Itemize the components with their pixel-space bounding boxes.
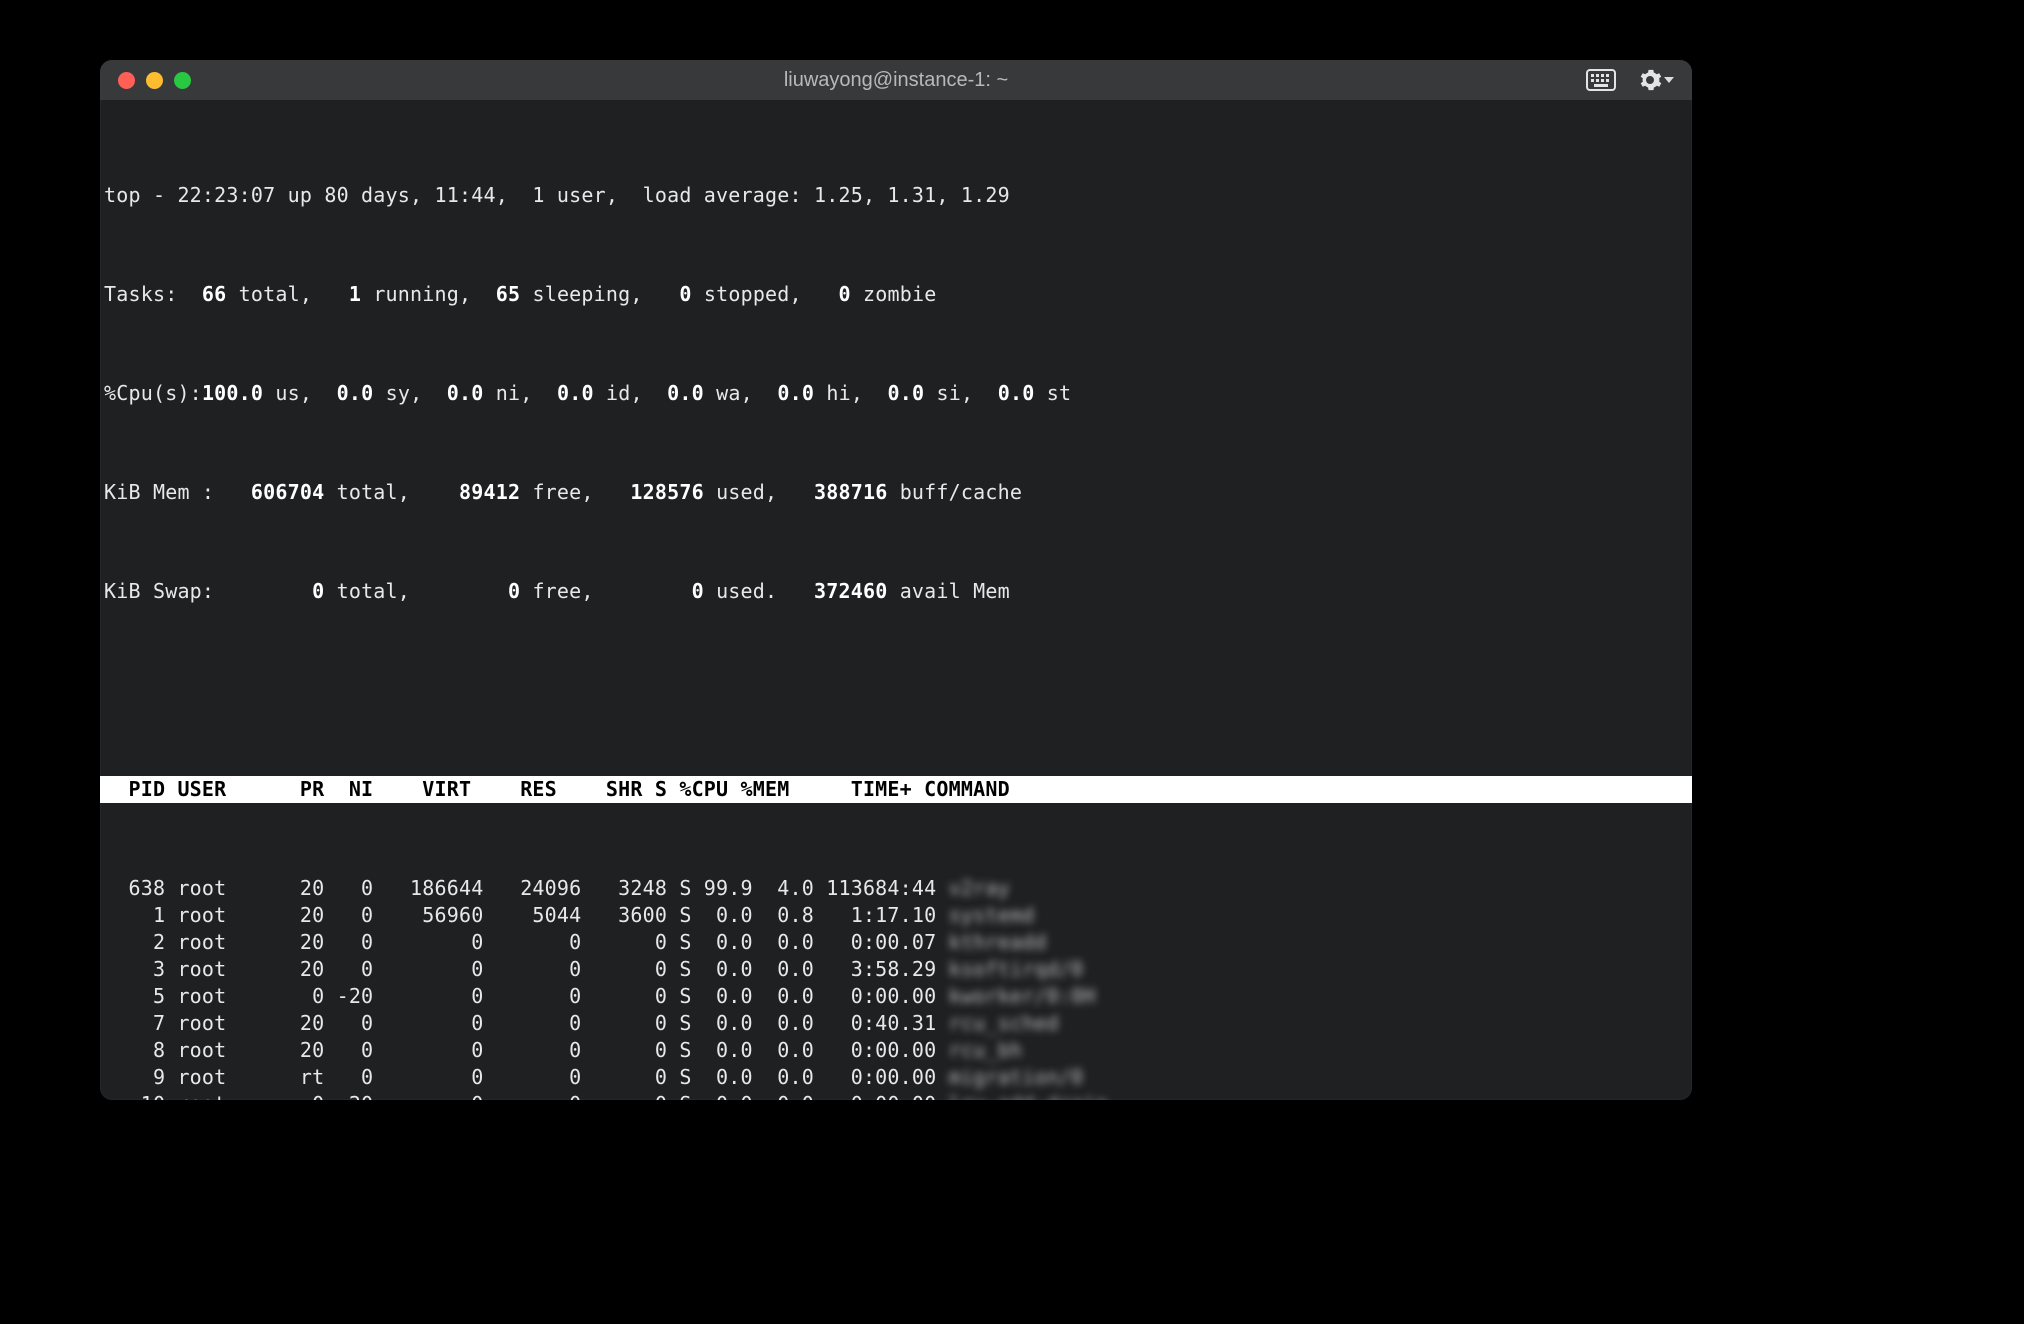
chevron-down-icon <box>1664 77 1674 83</box>
process-row: 2 root 20 0 0 0 0 S 0.0 0.0 0:00.07 kthr… <box>100 929 1692 956</box>
process-columns-header: PID USER PR NI VIRT RES SHR S %CPU %MEM … <box>100 776 1692 803</box>
process-command: lru-add-drain <box>949 1091 1108 1100</box>
zoom-icon[interactable] <box>174 72 191 89</box>
window-title: liuwayong@instance-1: ~ <box>100 69 1692 92</box>
top-summary-mem: KiB Mem : 606704 total, 89412 free, 1285… <box>100 479 1692 506</box>
gear-icon <box>1638 68 1662 92</box>
process-row-cells: 3 root 20 0 0 0 0 S 0.0 0.0 3:58.29 <box>104 957 949 981</box>
process-command: kworker/0:0H <box>949 983 1096 1010</box>
blank-line <box>100 677 1692 704</box>
top-summary-swap: KiB Swap: 0 total, 0 free, 0 used. 37246… <box>100 578 1692 605</box>
top-summary-cpu: %Cpu(s):100.0 us, 0.0 sy, 0.0 ni, 0.0 id… <box>100 380 1692 407</box>
process-row-cells: 9 root rt 0 0 0 0 S 0.0 0.0 0:00.00 <box>104 1065 949 1089</box>
process-row: 3 root 20 0 0 0 0 S 0.0 0.0 3:58.29 ksof… <box>100 956 1692 983</box>
process-row: 10 root 0 -20 0 0 0 S 0.0 0.0 0:00.00 lr… <box>100 1091 1692 1100</box>
top-summary-uptime: top - 22:23:07 up 80 days, 11:44, 1 user… <box>100 182 1692 209</box>
process-row: 1 root 20 0 56960 5044 3600 S 0.0 0.8 1:… <box>100 902 1692 929</box>
minimize-icon[interactable] <box>146 72 163 89</box>
process-row-cells: 638 root 20 0 186644 24096 3248 S 99.9 4… <box>104 876 949 900</box>
terminal-window: liuwayong@instance-1: ~ <box>100 60 1692 1100</box>
process-command: ksoftirqd/0 <box>949 956 1084 983</box>
process-row: 5 root 0 -20 0 0 0 S 0.0 0.0 0:00.00 kwo… <box>100 983 1692 1010</box>
titlebar: liuwayong@instance-1: ~ <box>100 60 1692 100</box>
process-command: rcu_sched <box>949 1010 1059 1037</box>
process-command: v2ray <box>949 875 1010 902</box>
top-summary-tasks: Tasks: 66 total, 1 running, 65 sleeping,… <box>100 281 1692 308</box>
process-row: 638 root 20 0 186644 24096 3248 S 99.9 4… <box>100 875 1692 902</box>
process-row-cells: 7 root 20 0 0 0 0 S 0.0 0.0 0:40.31 <box>104 1011 949 1035</box>
process-row-cells: 2 root 20 0 0 0 0 S 0.0 0.0 0:00.07 <box>104 930 949 954</box>
process-row: 9 root rt 0 0 0 0 S 0.0 0.0 0:00.00 migr… <box>100 1064 1692 1091</box>
process-command: systemd <box>949 902 1035 929</box>
close-icon[interactable] <box>118 72 135 89</box>
window-controls <box>100 72 191 89</box>
process-row: 7 root 20 0 0 0 0 S 0.0 0.0 0:40.31 rcu_… <box>100 1010 1692 1037</box>
process-row-cells: 10 root 0 -20 0 0 0 S 0.0 0.0 0:00.00 <box>104 1092 949 1100</box>
process-row-cells: 1 root 20 0 56960 5044 3600 S 0.0 0.8 1:… <box>104 903 949 927</box>
process-command: kthreadd <box>949 929 1047 956</box>
process-command: rcu_bh <box>949 1037 1022 1064</box>
process-list: 638 root 20 0 186644 24096 3248 S 99.9 4… <box>100 875 1692 1100</box>
process-row-cells: 5 root 0 -20 0 0 0 S 0.0 0.0 0:00.00 <box>104 984 949 1008</box>
settings-menu[interactable] <box>1638 68 1674 92</box>
terminal-output[interactable]: top - 22:23:07 up 80 days, 11:44, 1 user… <box>100 100 1692 1100</box>
process-row-cells: 8 root 20 0 0 0 0 S 0.0 0.0 0:00.00 <box>104 1038 949 1062</box>
keyboard-icon[interactable] <box>1586 69 1616 91</box>
process-row: 8 root 20 0 0 0 0 S 0.0 0.0 0:00.00 rcu_… <box>100 1037 1692 1064</box>
process-command: migration/0 <box>949 1064 1084 1091</box>
